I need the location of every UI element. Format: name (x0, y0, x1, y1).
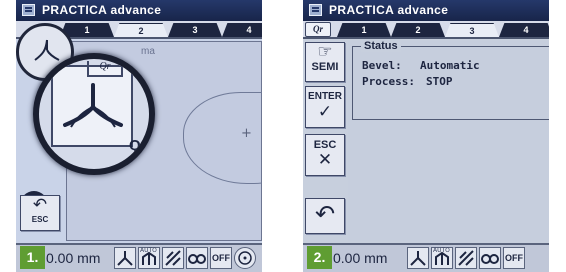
bevel-icon (410, 251, 426, 266)
status-bar: 0.00 mm AUTO OFF (303, 243, 549, 272)
screenshot-1: PRACTICA advance 1 2 3 4 ma + ↶ ESC Qr Q… (16, 0, 262, 272)
status-bar: 0.00 mm AUTO OFF (16, 243, 262, 272)
thickness-readout: 0.00 mm (46, 250, 101, 266)
esc-button[interactable]: ESC ✕ (305, 134, 345, 176)
esc-label: ESC (31, 215, 49, 224)
off-button[interactable]: OFF (503, 247, 525, 269)
back-button[interactable]: ↶ (305, 198, 345, 234)
glasses-icon (481, 254, 499, 264)
target-button[interactable] (234, 247, 256, 269)
hand-pointer-icon: ☞ (317, 42, 333, 61)
qn-tool-button[interactable]: Qr Qn (51, 61, 149, 154)
tab-4[interactable]: 4 (222, 23, 262, 37)
bevel-status-row: Bevel: Automatic (362, 59, 480, 72)
check-icon: ✓ (317, 102, 333, 121)
title-bar: PRACTICA advance (303, 0, 549, 21)
bevel-icon (117, 251, 133, 266)
process-label: Process: (362, 75, 415, 88)
edit-area-label: ma (141, 46, 155, 57)
auto-button[interactable]: AUTO (431, 247, 453, 269)
process-value: STOP (426, 75, 453, 88)
magnifier-lens: Qr Qn (33, 53, 155, 175)
semi-button[interactable]: ☞ SEMI (305, 42, 345, 82)
step-badge: 2. (307, 246, 332, 269)
tab-3[interactable]: 3 (168, 23, 222, 37)
window-title: PRACTICA advance (329, 3, 449, 17)
screenshot-2: PRACTICA advance Qr 1 2 3 4 ☞ SEMI ENTER… (303, 0, 549, 272)
app-icon (309, 4, 322, 16)
groove-button[interactable] (162, 247, 184, 269)
target-icon (238, 251, 252, 265)
frame-button[interactable] (479, 247, 501, 269)
auto-button[interactable]: AUTO (138, 247, 160, 269)
frame-button[interactable] (186, 247, 208, 269)
auto-label: AUTO (140, 247, 157, 254)
bevel-label: Bevel: (362, 59, 402, 72)
status-title: Status (361, 40, 401, 52)
app-icon (22, 4, 35, 16)
off-button[interactable]: OFF (210, 247, 232, 269)
process-status-row: Process: STOP (362, 75, 453, 88)
groove-button[interactable] (455, 247, 477, 269)
bevel-button[interactable] (114, 247, 136, 269)
groove-icon (458, 250, 474, 266)
enter-button[interactable]: ENTER ✓ (305, 86, 345, 128)
crosshair-icon: + (241, 126, 252, 141)
tab-1[interactable]: 1 (337, 23, 391, 37)
tab-4[interactable]: 4 (499, 23, 549, 37)
tab-3[interactable]: 3 (445, 23, 499, 37)
tab-2[interactable]: 2 (114, 23, 168, 37)
title-bar: PRACTICA advance (16, 0, 262, 21)
bevel-tool-icon (63, 83, 123, 128)
qr-label: Qr (87, 61, 123, 77)
tab-2[interactable]: 2 (391, 23, 445, 37)
status-group: Status Bevel: Automatic Process: STOP (352, 40, 549, 120)
window-title: PRACTICA advance (42, 3, 162, 17)
glasses-icon (188, 254, 206, 264)
return-arrow-icon: ↶ (32, 195, 48, 214)
semi-label: SEMI (311, 61, 339, 73)
thickness-readout: 0.00 mm (333, 250, 388, 266)
tab-strip: Qr 1 2 3 4 (303, 21, 549, 39)
back-arrow-icon: ↶ (314, 201, 336, 228)
tab-qr[interactable]: Qr (305, 22, 331, 37)
close-icon: ✕ (317, 150, 333, 169)
bevel-button[interactable] (407, 247, 429, 269)
groove-icon (165, 250, 181, 266)
auto-label: AUTO (433, 247, 450, 254)
step-badge: 1. (20, 246, 45, 269)
esc-button[interactable]: ↶ ESC (20, 195, 60, 231)
bevel-value: Automatic (420, 59, 480, 72)
qn-label: Qn (129, 137, 150, 154)
